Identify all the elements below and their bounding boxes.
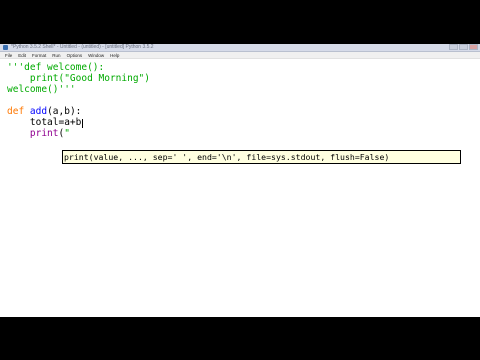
code-line-6: total=a+b xyxy=(7,117,82,128)
menu-format[interactable]: Format xyxy=(32,52,46,59)
python-app-icon xyxy=(3,45,8,50)
minimize-button[interactable] xyxy=(449,44,458,50)
idle-editor-window: *Python 3.5.2 Shell* - Untitled - (untit… xyxy=(0,44,480,317)
window-controls xyxy=(449,44,478,51)
menu-bar: File Edit Format Run Options Window Help xyxy=(0,52,480,59)
menu-window[interactable]: Window xyxy=(88,52,104,59)
def-keyword: def xyxy=(7,106,25,117)
code-line-1: '''def welcome(): xyxy=(7,62,105,73)
menu-edit[interactable]: Edit xyxy=(18,52,26,59)
code-line-7: print(" xyxy=(7,128,70,139)
function-name: add xyxy=(29,106,48,117)
code-line-2: print("Good Morning") xyxy=(7,73,150,84)
close-button[interactable] xyxy=(469,44,478,50)
menu-options[interactable]: Options xyxy=(67,52,83,59)
open-quote: " xyxy=(64,128,70,139)
menu-help[interactable]: Help xyxy=(110,52,119,59)
code-editor[interactable]: '''def welcome(): print("Good Morning") … xyxy=(0,60,480,317)
builtin-print: print xyxy=(29,128,59,139)
calltip-tooltip: print(value, ..., sep=' ', end='\n', fil… xyxy=(62,150,461,164)
code-line-3: welcome()''' xyxy=(7,84,76,95)
video-frame: *Python 3.5.2 Shell* - Untitled - (untit… xyxy=(0,0,480,360)
function-signature: (a,b): xyxy=(47,106,82,117)
menu-file[interactable]: File xyxy=(5,52,12,59)
code-line-5: def add(a,b): xyxy=(7,106,81,117)
maximize-button[interactable] xyxy=(459,44,468,50)
mouse-ibeam-cursor xyxy=(82,119,83,128)
menu-run[interactable]: Run xyxy=(52,52,60,59)
window-title: *Python 3.5.2 Shell* - Untitled - (untit… xyxy=(11,44,154,50)
